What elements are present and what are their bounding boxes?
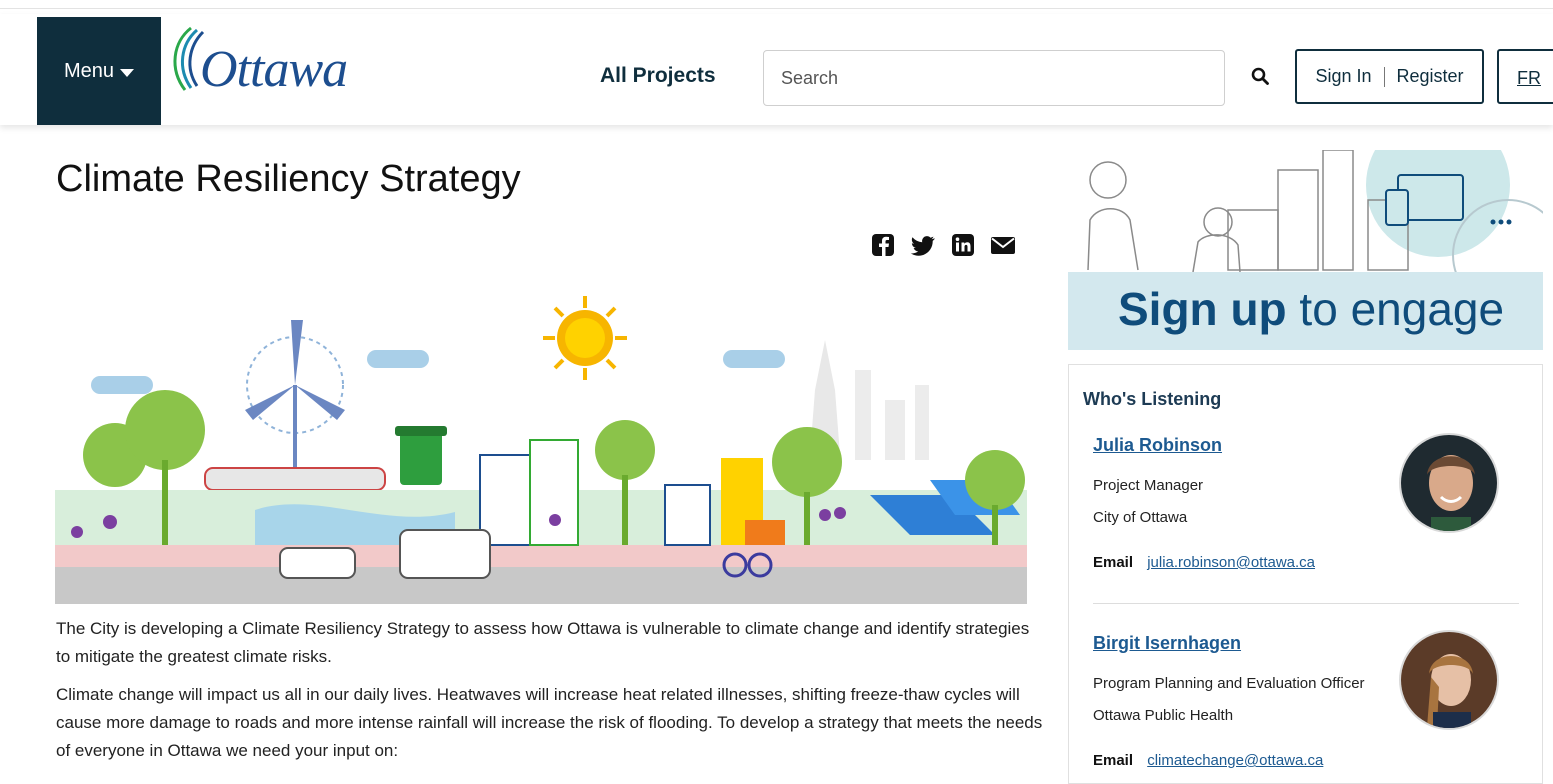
sign-in-link[interactable]: Sign In: [1315, 66, 1371, 87]
caret-down-icon: [120, 68, 135, 77]
ottawa-logo-text[interactable]: Ottawa: [200, 40, 348, 99]
menu-button[interactable]: Menu: [37, 17, 161, 125]
banner-rest: to engage: [1286, 283, 1505, 335]
banner-bold: Sign up: [1118, 283, 1287, 335]
email-icon[interactable]: [990, 232, 1016, 258]
whos-listening-panel: Who's Listening Julia Robinson Project M…: [1068, 364, 1543, 784]
facebook-icon[interactable]: [870, 232, 896, 258]
site-header: Menu Ottawa All Projects Sign In Registe…: [0, 14, 1553, 125]
register-link[interactable]: Register: [1397, 66, 1464, 87]
avatar: [1399, 630, 1499, 730]
search-icon[interactable]: [1251, 67, 1269, 85]
sign-up-banner[interactable]: Sign up to engage: [1068, 150, 1543, 350]
share-bar: [870, 232, 1016, 258]
paragraph: The City is developing a Climate Resilie…: [56, 619, 1030, 666]
contact-role: Project Manager: [1093, 477, 1204, 494]
contact-email-row: Email julia.robinson@ottawa.ca: [1093, 554, 1315, 571]
top-divider: [0, 8, 1553, 9]
contact-role: Program Planning and Evaluation Officer: [1093, 675, 1365, 692]
contact-email-link[interactable]: julia.robinson@ottawa.ca: [1147, 554, 1315, 571]
paragraph: Climate change will impact us all in our…: [56, 685, 1043, 760]
contact-email-row: Email climatechange@ottawa.ca: [1093, 752, 1323, 769]
panel-title: Who's Listening: [1083, 389, 1222, 409]
email-label: Email: [1093, 554, 1134, 571]
avatar-photo: [1401, 435, 1497, 531]
twitter-icon[interactable]: [910, 232, 936, 258]
auth-box: Sign In Register: [1295, 49, 1484, 104]
language-toggle[interactable]: FR: [1497, 49, 1553, 104]
contact-org: Ottawa Public Health: [1093, 707, 1234, 724]
email-label: Email: [1093, 752, 1134, 769]
banner-text: Sign up to engage: [1118, 282, 1504, 336]
menu-label: Menu: [63, 59, 115, 82]
auth-separator: [1383, 66, 1385, 87]
search-input[interactable]: [763, 50, 1225, 106]
contact-org: City of Ottawa: [1093, 509, 1188, 526]
climate-illustration: [55, 296, 1027, 604]
contact-divider: [1093, 603, 1519, 604]
engage-illustration: [1087, 150, 1543, 311]
page-title: Climate Resiliency Strategy: [56, 158, 521, 200]
contact-email-link[interactable]: climatechange@ottawa.ca: [1147, 752, 1323, 769]
avatar: [1399, 433, 1499, 533]
description: The City is developing a Climate Resilie…: [56, 615, 1046, 775]
avatar-photo: [1401, 632, 1497, 728]
linkedin-icon[interactable]: [950, 232, 976, 258]
all-projects-link[interactable]: All Projects: [600, 64, 716, 88]
